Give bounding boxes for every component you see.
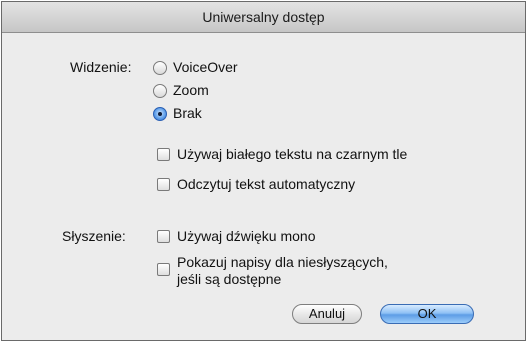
radio-button-zoom[interactable] <box>153 84 167 98</box>
dialog-title: Uniwersalny dostęp <box>2 2 525 33</box>
checkbox-captions[interactable]: Pokazuj napisy dla niesłyszących, jeśli … <box>157 254 487 291</box>
checkbox-auto-read-label: Odczytuj tekst automatyczny <box>177 176 356 192</box>
checkbox-mono-audio[interactable]: Używaj dźwięku mono <box>157 228 487 246</box>
radio-voiceover[interactable]: VoiceOver <box>153 59 273 78</box>
radio-brak-label: Brak <box>173 105 202 121</box>
radio-button-brak[interactable] <box>153 107 167 121</box>
accessibility-dialog: Uniwersalny dostęp Widzenie: VoiceOver Z… <box>1 1 526 341</box>
ok-button[interactable]: OK <box>380 304 474 324</box>
checkbox-white-on-black[interactable]: Używaj białego tekstu na czarnym tle <box>157 146 487 164</box>
cancel-button[interactable]: Anuluj <box>292 304 362 324</box>
hearing-label: Słyszenie: <box>62 228 126 244</box>
radio-brak[interactable]: Brak <box>153 105 273 124</box>
checkbox-captions-label-line2: jeśli są dostępne <box>177 271 282 287</box>
checkbox-captions-label-line1: Pokazuj napisy dla niesłyszących, <box>177 254 388 270</box>
vision-label: Widzenie: <box>70 59 132 75</box>
checkbox-white-on-black-label: Używaj białego tekstu na czarnym tle <box>177 146 408 162</box>
radio-zoom[interactable]: Zoom <box>153 82 273 101</box>
checkbox-auto-read-box[interactable] <box>157 178 170 191</box>
checkbox-mono-audio-label: Używaj dźwięku mono <box>177 228 316 244</box>
checkbox-captions-box[interactable] <box>157 263 170 276</box>
radio-voiceover-label: VoiceOver <box>173 59 238 75</box>
radio-zoom-label: Zoom <box>173 82 209 98</box>
radio-button-voiceover[interactable] <box>153 61 167 75</box>
checkbox-mono-audio-box[interactable] <box>157 230 170 243</box>
checkbox-white-on-black-box[interactable] <box>157 148 170 161</box>
checkbox-auto-read[interactable]: Odczytuj tekst automatyczny <box>157 176 487 194</box>
